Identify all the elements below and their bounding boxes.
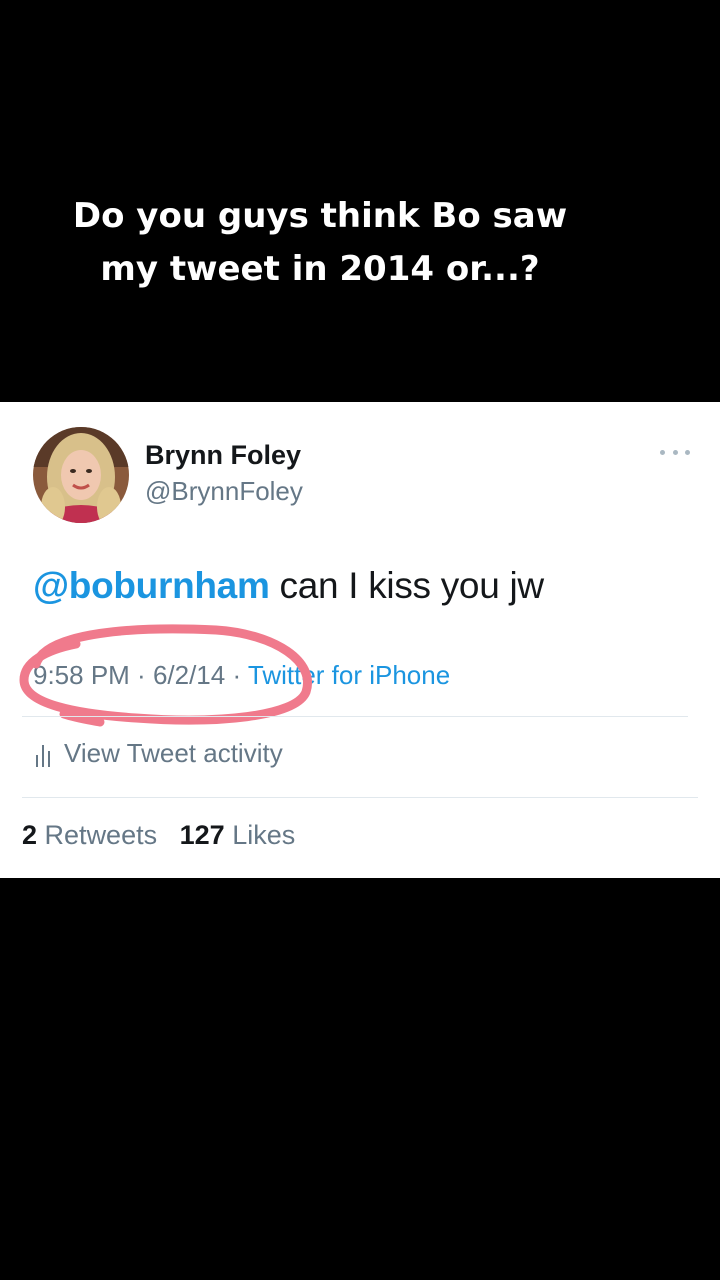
avatar[interactable] xyxy=(33,427,129,523)
divider xyxy=(22,716,688,717)
likes-count: 127 xyxy=(179,820,225,850)
tweet-card: Brynn Foley @BrynnFoley @boburnham can I… xyxy=(0,402,720,878)
tweet-text: @boburnham can I kiss you jw xyxy=(33,565,544,607)
user-handle[interactable]: @BrynnFoley xyxy=(145,476,303,507)
likes-label: Likes xyxy=(232,820,296,850)
mention-link[interactable]: @boburnham xyxy=(33,565,270,606)
display-name[interactable]: Brynn Foley xyxy=(145,440,301,471)
more-horizontal-icon[interactable] xyxy=(660,442,690,462)
activity-label: View Tweet activity xyxy=(64,738,283,768)
retweets-label: Retweets xyxy=(44,820,158,850)
retweets-stat[interactable]: 2 Retweets xyxy=(22,820,157,850)
divider xyxy=(22,797,698,798)
likes-stat[interactable]: 127 Likes xyxy=(180,820,296,850)
retweets-count: 2 xyxy=(22,820,38,850)
tweet-body: can I kiss you jw xyxy=(269,565,545,606)
video-caption: Do you guys think Bo saw my tweet in 201… xyxy=(0,190,640,296)
view-tweet-activity-button[interactable]: View Tweet activity xyxy=(36,738,283,769)
caption-line-1: Do you guys think Bo saw xyxy=(72,196,568,236)
caption-line-2: my tweet in 2014 or...? xyxy=(100,249,540,289)
tweet-stats: 2 Retweets 127 Likes xyxy=(22,820,295,851)
bar-chart-icon xyxy=(36,744,50,767)
